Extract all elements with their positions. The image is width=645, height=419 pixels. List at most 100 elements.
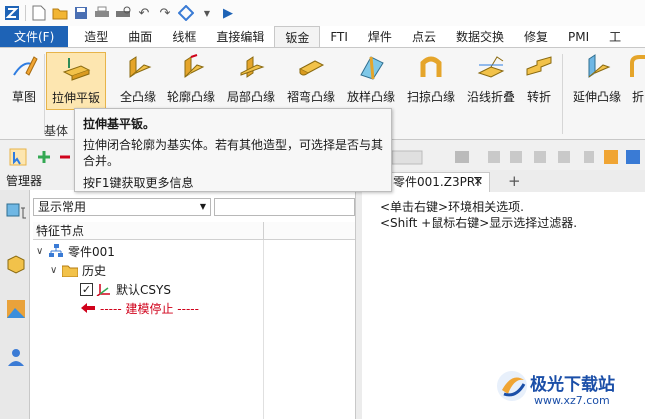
document-tab-bar: 零件001.Z3PRT ✕ + [362,170,645,192]
extrude-sheet-button[interactable]: 拉伸平钣 [46,52,106,110]
extend-flange-button[interactable]: 延伸凸缘 [570,52,624,105]
sweep-flange-button[interactable]: 扫掠凸缘 [404,52,458,105]
loft-flange-icon [356,52,386,82]
extend-flange-icon [582,52,612,82]
watermark-logo-icon [497,371,527,401]
extrude-sheet-icon [61,53,91,83]
redo-icon[interactable]: ↷ [157,5,173,21]
play-icon[interactable]: ▶ [220,5,236,21]
history-label: 历史 [82,263,107,278]
left-arrow-icon [80,301,96,315]
tab-tools[interactable]: 工 [599,26,631,47]
collapse-toggle-icon[interactable]: ∨ [36,246,48,257]
tab-direct-edit[interactable]: 直接编辑 [206,26,274,47]
contour-flange-label: 轮廓凸缘 [166,90,215,104]
open-folder-icon[interactable] [52,5,68,21]
new-file-icon[interactable] [31,5,47,21]
partial-flange-label: 局部凸缘 [226,90,275,104]
watermark: 极光下载站 www.xz7.com [494,364,642,416]
hem-flange-button[interactable]: 褶弯凸缘 [284,52,338,105]
tab-wireframe[interactable]: 线框 [162,26,206,47]
tab-pmi[interactable]: PMI [558,26,599,47]
tree-row-csys[interactable]: ✓ 默认CSYS [80,280,171,298]
tree-row-part[interactable]: ∨ 零件001 [36,242,115,260]
jog-button[interactable]: 转折 [524,52,554,105]
tree-search-input[interactable] [214,198,355,216]
loft-flange-button[interactable]: 放样凸缘 [344,52,398,105]
right-click-hint: <单击右键>环境相关选项. [380,200,524,214]
full-flange-label: 全凸缘 [119,90,156,104]
history-manager-icon[interactable] [5,200,27,222]
undo-icon[interactable]: ↶ [136,5,152,21]
tooltip-title: 拉伸基平钣。 [83,117,156,131]
part-label: 零件001 [68,244,115,259]
default-csys-label: 默认CSYS [116,282,171,297]
select-filter-icon[interactable] [178,5,194,21]
tooltip-help: 按F1键获取更多信息 [83,176,194,190]
close-icon[interactable]: ✕ [474,173,483,191]
bend-button[interactable]: 折 [628,52,645,105]
document-tab[interactable]: 零件001.Z3PRT ✕ [386,172,490,192]
fold-along-line-icon [476,52,506,82]
tree-row-modeling-stop[interactable]: ----- 建模停止 ----- [80,299,199,317]
full-flange-button[interactable]: 全凸缘 [116,52,160,105]
shift-right-click-hint: <Shift +鼠标右键>显示选择过滤器. [380,216,578,230]
collapse-toggle-icon[interactable]: ∨ [50,265,62,276]
sketch-button[interactable]: 草图 [6,52,42,105]
chevron-down-icon: ▼ [199,202,206,211]
column-divider [263,222,264,240]
tab-surface[interactable]: 曲面 [118,26,162,47]
display-filter-value: 显示常用 [38,200,87,214]
bend-icon [623,52,645,82]
tab-fti[interactable]: FTI [320,26,358,47]
contour-flange-button[interactable]: 轮廓凸缘 [164,52,218,105]
watermark-url: www.xz7.com [534,394,610,407]
fold-along-line-label: 沿线折叠 [466,90,515,104]
file-menu-tab[interactable]: 文件(F) [0,26,69,47]
sweep-flange-label: 扫掠凸缘 [406,90,455,104]
tab-modeling[interactable]: 造型 [74,26,118,47]
tab-point-cloud[interactable]: 点云 [402,26,446,47]
fold-along-line-button[interactable]: 沿线折叠 [464,52,518,105]
watermark-text: 极光下载站 [530,375,615,395]
hem-flange-label: 褶弯凸缘 [286,90,335,104]
display-filter-select[interactable]: 显示常用 ▼ [33,198,211,216]
column-grid-line [263,240,264,419]
jog-icon [524,52,554,82]
visibility-checkbox[interactable]: ✓ [80,282,93,296]
print-preview-icon[interactable] [115,5,131,21]
dropdown-arrow-icon[interactable]: ▼ [199,5,215,21]
assembly-manager-icon[interactable] [5,252,27,274]
new-tab-icon[interactable]: + [508,172,521,190]
tree-column-header: 特征节点 [33,222,355,240]
feature-node-header: 特征节点 [36,224,85,238]
view-manager-icon[interactable] [5,298,27,320]
tab-sheet-metal[interactable]: 钣金 [274,26,321,47]
sketch-icon [9,52,39,82]
ribbon-tooltip: 拉伸基平钣。 拉伸闭合轮廓为基实体。若有其他造型，可选择是否与其合并。 按F1键… [74,108,392,192]
add-icon [38,151,50,163]
csys-icon [96,282,112,296]
tooltip-description: 拉伸闭合轮廓为基实体。若有其他造型，可选择是否与其合并。 [83,138,384,168]
document-tab-label: 零件001.Z3PRT [393,175,482,189]
save-icon[interactable] [73,5,89,21]
sketch-label: 草图 [11,90,36,104]
extend-flange-label: 延伸凸缘 [572,90,621,104]
tab-weldment[interactable]: 焊件 [358,26,402,47]
folder-icon [62,263,78,277]
manager-side-strip [0,190,30,419]
sweep-flange-icon [416,52,446,82]
extrude-sheet-label: 拉伸平钣 [51,91,100,105]
manager-title: 管理器 [6,174,43,188]
partial-flange-icon [236,52,266,82]
contour-flange-icon [176,52,206,82]
user-manager-icon[interactable] [5,346,27,368]
part-icon [48,244,64,258]
loft-flange-label: 放样凸缘 [346,90,395,104]
full-flange-icon [123,52,153,82]
tree-row-history[interactable]: ∨ 历史 [50,261,106,279]
print-icon[interactable] [94,5,110,21]
tab-data-exchange[interactable]: 数据交换 [446,26,514,47]
tab-repair[interactable]: 修复 [514,26,558,47]
partial-flange-button[interactable]: 局部凸缘 [224,52,278,105]
